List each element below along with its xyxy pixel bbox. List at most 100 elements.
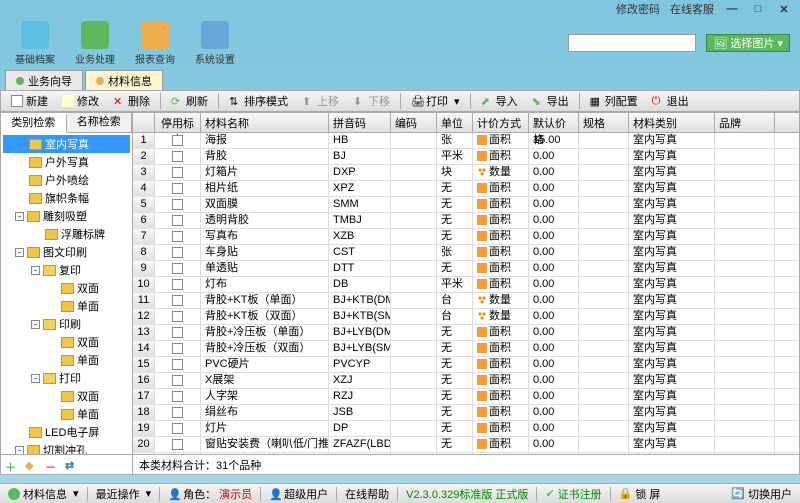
sidetab-category[interactable]: 类别检索 <box>1 114 67 133</box>
ribbon-reports[interactable]: 报表查询 <box>130 21 180 66</box>
tree-item[interactable]: -雕刻吸塑 <box>3 207 130 225</box>
disabled-checkbox[interactable] <box>172 295 183 306</box>
tree-item[interactable]: 双面 <box>3 387 130 405</box>
disabled-checkbox[interactable] <box>172 407 183 418</box>
table-row[interactable]: 12背胶+KT板（双面）BJ+KTB(SM)台数量0.00室内写真 <box>133 309 799 325</box>
tree-item[interactable]: 室内写真 <box>3 135 130 153</box>
close-button[interactable]: ✕ <box>776 3 792 16</box>
print-button[interactable]: 🖨打印 ▾ <box>405 92 466 110</box>
search-input[interactable] <box>568 34 696 52</box>
tree-item[interactable]: 旗帜条幅 <box>3 189 130 207</box>
status-help[interactable]: 在线帮助 <box>341 486 393 502</box>
minimize-button[interactable]: — <box>724 3 740 15</box>
status-super[interactable]: 👤超级用户 <box>265 486 332 502</box>
disabled-checkbox[interactable] <box>172 327 183 338</box>
table-row[interactable]: 17人字架RZJ无面积0.00室内写真 <box>133 389 799 405</box>
col-pinyin[interactable]: 拼音码 <box>329 113 391 132</box>
disabled-checkbox[interactable] <box>172 343 183 354</box>
table-row[interactable]: 4相片纸XPZ无面积0.00室内写真 <box>133 181 799 197</box>
tree-item[interactable]: 单面 <box>3 297 130 315</box>
disabled-checkbox[interactable] <box>172 311 183 322</box>
col-price[interactable]: 默认价格 <box>529 113 579 132</box>
select-picture-button[interactable]: 🖼 选择图片 ▾ <box>706 34 790 52</box>
disabled-checkbox[interactable] <box>172 423 183 434</box>
tree-item[interactable]: -打印 <box>3 369 130 387</box>
tree-item[interactable]: -图文印刷 <box>3 243 130 261</box>
tree-item[interactable]: 户外写真 <box>3 153 130 171</box>
change-password-link[interactable]: 修改密码 <box>616 1 660 17</box>
edit-button[interactable]: 修改 <box>56 92 105 110</box>
table-row[interactable]: 5双面膜SMM无面积0.00室内写真 <box>133 197 799 213</box>
tree-item[interactable]: 双面 <box>3 333 130 351</box>
table-row[interactable]: 8车身贴CST张面积0.00室内写真 <box>133 245 799 261</box>
col-name[interactable]: 材料名称 <box>201 113 329 132</box>
disabled-checkbox[interactable] <box>172 231 183 242</box>
add-node-button[interactable]: ＋ <box>5 459 17 471</box>
maximize-button[interactable]: □ <box>750 3 766 15</box>
expand-icon[interactable]: - <box>31 374 40 383</box>
table-row[interactable]: 20窗贴安装费（喇叭低/门推）ZFAZF(LBD/无面积0.00室内写真 <box>133 437 799 453</box>
table-row[interactable]: 18绢丝布JSB无面积0.00室内写真 <box>133 405 799 421</box>
table-row[interactable]: 1海报HB张面积15.00室内写真 <box>133 133 799 149</box>
table-row[interactable]: 10灯布DB平米面积0.00室内写真 <box>133 277 799 293</box>
tree-item[interactable]: -复印 <box>3 261 130 279</box>
delete-button[interactable]: ✕删除 <box>107 92 156 110</box>
col-brand[interactable]: 品牌 <box>715 113 775 132</box>
col-spec[interactable]: 规格 <box>579 113 629 132</box>
col-disabled[interactable]: 停用标志 <box>155 113 201 132</box>
table-row[interactable]: 3灯箱片DXP块数量0.00室内写真 <box>133 165 799 181</box>
remove-node-button[interactable]: － <box>45 459 57 471</box>
tab-wizard[interactable]: 业务向导 <box>5 70 83 90</box>
disabled-checkbox[interactable] <box>172 359 183 370</box>
expand-icon[interactable]: - <box>15 446 24 455</box>
status-lock[interactable]: 🔒锁 屏 <box>615 486 665 502</box>
col-code[interactable]: 编码 <box>391 113 437 132</box>
col-category[interactable]: 材料类别 <box>629 113 715 132</box>
expand-icon[interactable]: - <box>15 212 24 221</box>
table-row[interactable]: 19灯片DP无面积0.00室内写真 <box>133 421 799 437</box>
table-row[interactable]: 14背胶+冷压板（双面）BJ+LYB(SM)无面积0.00室内写真 <box>133 341 799 357</box>
colcfg-button[interactable]: ▦列配置 <box>584 92 644 110</box>
tree-item[interactable]: -印刷 <box>3 315 130 333</box>
col-calc[interactable]: 计价方式 <box>473 113 529 132</box>
expand-icon[interactable]: - <box>15 248 24 257</box>
col-unit[interactable]: 单位 <box>437 113 473 132</box>
exit-button[interactable]: ⏻退出 <box>646 92 695 110</box>
table-row[interactable]: 11背胶+KT板（单面）BJ+KTB(DM)台数量0.00室内写真 <box>133 293 799 309</box>
disabled-checkbox[interactable] <box>172 215 183 226</box>
tree-item[interactable]: 单面 <box>3 351 130 369</box>
status-recent[interactable]: 最近操作 ▾ <box>92 486 156 502</box>
tree-item[interactable]: -切割冲孔 <box>3 441 130 454</box>
tree-item[interactable]: 单面 <box>3 405 130 423</box>
tab-material-info[interactable]: 材料信息 <box>85 70 163 90</box>
tree-item[interactable]: 户外喷绘 <box>3 171 130 189</box>
disabled-checkbox[interactable] <box>172 151 183 162</box>
disabled-checkbox[interactable] <box>172 135 183 146</box>
disabled-checkbox[interactable] <box>172 439 183 450</box>
table-row[interactable]: 2背胶BJ平米面积0.00室内写真 <box>133 149 799 165</box>
table-row[interactable]: 6透明背胶TMBJ无面积0.00室内写真 <box>133 213 799 229</box>
expand-icon[interactable]: - <box>31 266 40 275</box>
disabled-checkbox[interactable] <box>172 167 183 178</box>
ribbon-business[interactable]: 业务处理 <box>70 21 120 66</box>
table-row[interactable]: 13背胶+冷压板（单面）BJ+LYB(DM)无面积0.00室内写真 <box>133 325 799 341</box>
import-button[interactable]: ⬈导入 <box>475 92 524 110</box>
tree-item[interactable]: 浮雕标牌 <box>3 225 130 243</box>
disabled-checkbox[interactable] <box>172 183 183 194</box>
disabled-checkbox[interactable] <box>172 375 183 386</box>
expand-icon[interactable]: - <box>31 320 40 329</box>
ribbon-settings[interactable]: 系统设置 <box>190 21 240 66</box>
table-row[interactable]: 9单透贴DTT无面积0.00室内写真 <box>133 261 799 277</box>
table-row[interactable]: 15PVC硬片PVCYP无面积0.00室内写真 <box>133 357 799 373</box>
status-role[interactable]: 👤角色：演示员 <box>164 486 256 502</box>
tree-item[interactable]: 双面 <box>3 279 130 297</box>
tree-item[interactable]: LED电子屏 <box>3 423 130 441</box>
disabled-checkbox[interactable] <box>172 279 183 290</box>
disabled-checkbox[interactable] <box>172 199 183 210</box>
disabled-checkbox[interactable] <box>172 391 183 402</box>
grid-body[interactable]: 1海报HB张面积15.00室内写真2背胶BJ平米面积0.00室内写真3灯箱片DX… <box>133 133 799 454</box>
status-cert[interactable]: ✔证书注册 <box>541 486 605 502</box>
status-material[interactable]: 材料信息 ▾ <box>4 486 83 502</box>
table-row[interactable]: 7写真布XZB无面积0.00室内写真 <box>133 229 799 245</box>
new-button[interactable]: 新建 <box>5 92 54 110</box>
